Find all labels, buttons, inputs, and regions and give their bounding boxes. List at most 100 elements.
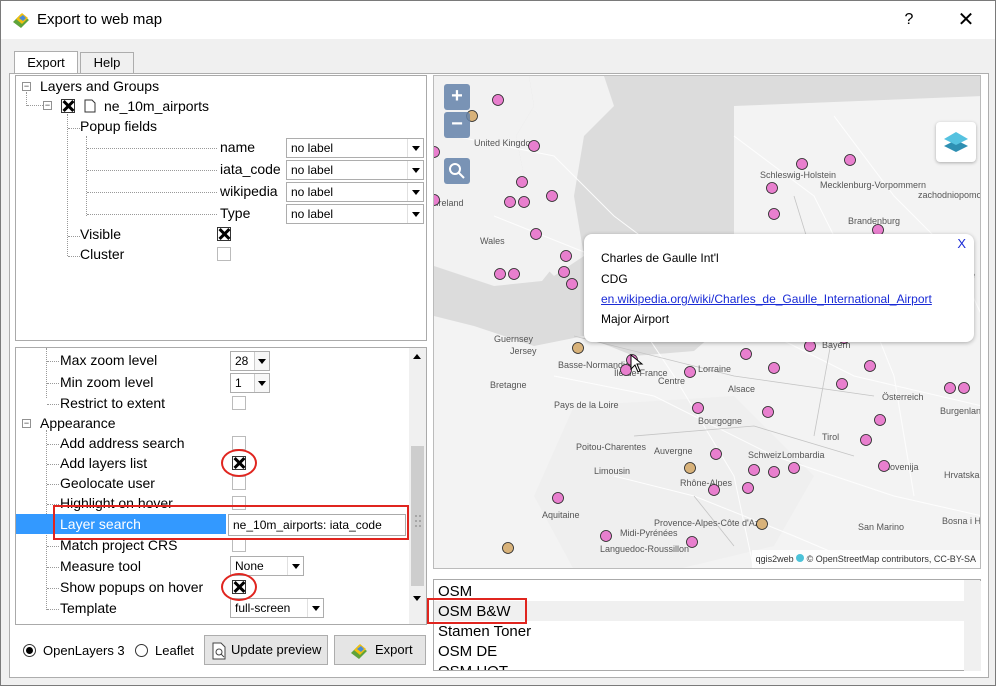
popup-link[interactable]: en.wikipedia.org/wiki/Charles_de_Gaulle_…: [601, 292, 932, 306]
restrict-extent-label: Restrict to extent: [60, 395, 166, 411]
layer-checkbox[interactable]: [61, 99, 75, 113]
airport-marker[interactable]: [740, 348, 752, 360]
popup-close-button[interactable]: X: [957, 236, 966, 251]
export-button[interactable]: Export: [334, 635, 426, 665]
basemap-list[interactable]: OSM OSM B&W Stamen Toner OSM DE OSM HOT: [433, 579, 981, 671]
list-item[interactable]: OSM HOT: [438, 663, 508, 670]
airport-marker[interactable]: [530, 228, 542, 240]
visible-checkbox[interactable]: [217, 227, 231, 241]
airport-marker[interactable]: [434, 194, 440, 206]
search-button[interactable]: [444, 158, 470, 184]
airport-marker[interactable]: [768, 362, 780, 374]
field-wikipedia-label: wikipedia: [220, 183, 278, 199]
airport-marker[interactable]: [504, 196, 516, 208]
airport-marker[interactable]: [518, 196, 530, 208]
chevron-down-icon: [407, 139, 423, 157]
settings-scrollbar[interactable]: [409, 348, 426, 624]
resize-grip-icon[interactable]: [414, 513, 424, 531]
airport-marker[interactable]: [558, 266, 570, 278]
field-name-label-select[interactable]: no label: [286, 138, 424, 158]
address-search-checkbox[interactable]: [232, 436, 246, 450]
airport-marker[interactable]: [748, 464, 760, 476]
airport-marker[interactable]: [756, 518, 768, 530]
update-preview-button[interactable]: Update preview: [204, 635, 328, 665]
collapse-icon[interactable]: −: [22, 419, 31, 428]
airport-marker[interactable]: [788, 462, 800, 474]
airport-marker[interactable]: [864, 360, 876, 372]
airport-marker[interactable]: [796, 158, 808, 170]
field-type-label: Type: [220, 205, 251, 221]
list-item[interactable]: Stamen Toner: [438, 623, 531, 640]
airport-marker[interactable]: [492, 94, 504, 106]
airport-marker[interactable]: [552, 492, 564, 504]
scroll-down-icon[interactable]: [409, 590, 426, 607]
measure-tool-label: Measure tool: [60, 558, 141, 574]
field-type-label-select[interactable]: no label: [286, 204, 424, 224]
layers-tree: − Layers and Groups − ne_10m_airports Po…: [15, 75, 427, 341]
airport-marker[interactable]: [600, 530, 612, 542]
template-select[interactable]: full-screen: [230, 598, 324, 618]
airport-marker[interactable]: [508, 268, 520, 280]
airport-marker[interactable]: [710, 448, 722, 460]
tab-export[interactable]: Export: [14, 51, 78, 74]
collapse-icon[interactable]: −: [43, 101, 52, 110]
airport-marker[interactable]: [874, 414, 886, 426]
airport-marker[interactable]: [762, 406, 774, 418]
airport-marker[interactable]: [692, 402, 704, 414]
collapse-icon[interactable]: −: [22, 82, 31, 91]
layers-icon: [944, 132, 968, 152]
max-zoom-select[interactable]: 28: [230, 351, 270, 371]
airport-marker[interactable]: [804, 340, 816, 352]
popup-iata: CDG: [601, 272, 628, 286]
appearance-label: Appearance: [40, 415, 116, 431]
airport-marker[interactable]: [768, 466, 780, 478]
geolocate-checkbox[interactable]: [232, 476, 246, 490]
airport-marker[interactable]: [766, 182, 778, 194]
airport-marker[interactable]: [560, 250, 572, 262]
field-iata-label-select[interactable]: no label: [286, 160, 424, 180]
chevron-down-icon: [407, 183, 423, 201]
zoom-out-button[interactable]: −: [444, 112, 470, 138]
leaflet-label: Leaflet: [155, 643, 195, 658]
leaflet-radio[interactable]: [135, 644, 148, 657]
airport-marker[interactable]: [742, 482, 754, 494]
scroll-up-icon[interactable]: [409, 348, 426, 365]
map-scrollbar: [964, 581, 981, 671]
restrict-extent-checkbox[interactable]: [232, 396, 246, 410]
airport-marker[interactable]: [708, 484, 720, 496]
zoom-in-button[interactable]: +: [444, 84, 470, 110]
close-button[interactable]: ✕: [953, 7, 979, 33]
tab-help[interactable]: Help: [80, 52, 134, 74]
chevron-down-icon: [407, 161, 423, 179]
min-zoom-select[interactable]: 1: [230, 373, 270, 393]
match-crs-checkbox[interactable]: [232, 538, 246, 552]
airport-marker[interactable]: [528, 140, 540, 152]
map-preview[interactable]: United Kingdom Wales Guernsey Jersey Bas…: [433, 75, 981, 569]
airport-marker[interactable]: [860, 434, 872, 446]
airport-marker[interactable]: [836, 378, 848, 390]
airport-marker[interactable]: [572, 342, 584, 354]
layer-switcher-button[interactable]: [936, 122, 976, 162]
airport-marker[interactable]: [878, 460, 890, 472]
airport-marker[interactable]: [546, 190, 558, 202]
openlayers-label: OpenLayers 3: [43, 643, 125, 658]
airport-marker[interactable]: [844, 154, 856, 166]
field-wikipedia-label-select[interactable]: no label: [286, 182, 424, 202]
airport-marker[interactable]: [566, 278, 578, 290]
airport-marker[interactable]: [958, 382, 970, 394]
window-title: Export to web map: [37, 11, 163, 28]
airport-marker[interactable]: [502, 542, 514, 554]
airport-marker[interactable]: [516, 176, 528, 188]
airport-marker[interactable]: [944, 382, 956, 394]
list-item[interactable]: OSM DE: [438, 643, 497, 660]
airport-marker[interactable]: [684, 366, 696, 378]
annotation-box: [53, 505, 409, 540]
cluster-checkbox[interactable]: [217, 247, 231, 261]
airport-marker[interactable]: [434, 146, 440, 158]
airport-marker[interactable]: [768, 208, 780, 220]
airport-marker[interactable]: [494, 268, 506, 280]
airport-marker[interactable]: [684, 462, 696, 474]
airport-marker[interactable]: [686, 536, 698, 548]
help-button[interactable]: ?: [897, 7, 921, 33]
openlayers-radio[interactable]: [23, 644, 36, 657]
